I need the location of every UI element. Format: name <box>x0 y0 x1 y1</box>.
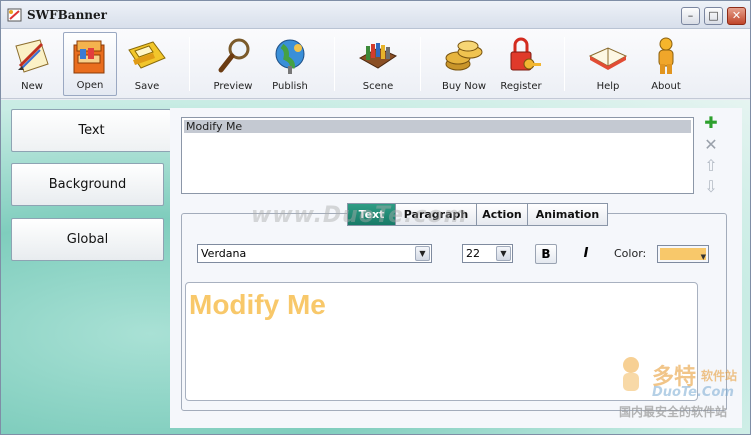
tab-action[interactable]: Action <box>476 203 528 226</box>
add-icon[interactable]: ✚ <box>703 115 719 131</box>
color-picker[interactable]: ▼ <box>657 245 709 263</box>
color-label: Color: <box>614 247 647 260</box>
help-button[interactable]: Help <box>581 32 635 96</box>
delete-icon[interactable]: ✕ <box>703 137 719 153</box>
list-item[interactable]: Modify Me <box>184 120 691 133</box>
sidebar-item-text[interactable]: Text <box>11 109 171 152</box>
chevron-down-icon[interactable]: ▼ <box>415 246 430 261</box>
watermark-slogan: 国内最安全的软件站 <box>619 405 728 419</box>
open-folder-icon <box>73 40 105 74</box>
toolbar-separator <box>420 37 421 91</box>
scene-button[interactable]: Scene <box>351 32 405 96</box>
preview-text: Modify Me <box>189 289 326 320</box>
font-size-select[interactable]: 22 ▼ <box>462 244 513 263</box>
color-swatch <box>660 248 706 260</box>
close-button[interactable]: ✕ <box>727 7 746 25</box>
new-button[interactable]: New <box>5 32 59 96</box>
font-value: Verdana <box>201 247 247 260</box>
preview-button[interactable]: Preview <box>206 32 260 96</box>
minimize-button[interactable]: – <box>681 7 700 25</box>
font-size-value: 22 <box>466 247 480 260</box>
bold-button[interactable]: B <box>535 244 557 264</box>
sidebar-item-global[interactable]: Global <box>11 218 164 261</box>
scene-label: Scene <box>362 81 394 92</box>
about-button[interactable]: About <box>639 32 693 96</box>
move-up-icon[interactable]: ⇧ <box>703 158 719 174</box>
chevron-down-icon[interactable]: ▼ <box>496 246 511 261</box>
watermark-domain: DuoTe.Com <box>652 385 734 400</box>
font-select[interactable]: Verdana ▼ <box>197 244 432 263</box>
floppy-disk-icon <box>128 41 166 69</box>
publish-label: Publish <box>272 81 308 92</box>
magnifier-icon <box>218 38 250 73</box>
about-label: About <box>651 81 681 92</box>
register-label: Register <box>500 81 542 92</box>
maximize-button[interactable]: □ <box>704 7 723 25</box>
app-icon <box>7 8 22 22</box>
watermark-site: www.DuoTe.com <box>251 203 468 228</box>
open-button[interactable]: Open <box>63 32 117 96</box>
watermark-logo <box>623 357 639 391</box>
watermark-brand-sub: 软件站 <box>701 369 738 383</box>
save-label: Save <box>134 81 160 92</box>
app-window: SWFBanner – □ ✕ New Open Save Preview Pu… <box>0 0 751 435</box>
register-button[interactable]: Register <box>494 32 548 96</box>
move-down-icon[interactable]: ⇩ <box>703 179 719 195</box>
preview-label: Preview <box>213 81 253 92</box>
globe-icon <box>275 39 305 74</box>
toolbar-separator <box>334 37 335 91</box>
toolbar-separator <box>564 37 565 91</box>
new-document-icon <box>15 39 49 73</box>
chevron-down-icon: ▼ <box>700 253 706 261</box>
help-label: Help <box>596 81 620 92</box>
book-icon <box>588 47 628 70</box>
toolbar-separator <box>189 37 190 91</box>
sidebar-item-background[interactable]: Background <box>11 163 164 206</box>
person-icon <box>658 37 674 74</box>
open-label: Open <box>76 80 104 91</box>
buy-now-label: Buy Now <box>441 81 487 92</box>
toolbar: New Open Save Preview Publish Scene Buy … <box>1 29 750 99</box>
coins-icon <box>445 40 483 71</box>
save-button[interactable]: Save <box>120 32 174 96</box>
title-bar[interactable]: SWFBanner – □ ✕ <box>1 1 750 29</box>
key-lock-icon <box>510 37 541 71</box>
publish-button[interactable]: Publish <box>263 32 317 96</box>
window-title: SWFBanner <box>27 8 107 22</box>
new-label: New <box>21 81 43 92</box>
italic-button[interactable]: I <box>578 246 594 262</box>
tab-animation[interactable]: Animation <box>527 203 608 226</box>
film-strip-icon <box>358 43 398 69</box>
text-layer-list[interactable]: Modify Me <box>181 117 694 194</box>
buy-now-button[interactable]: Buy Now <box>437 32 491 96</box>
